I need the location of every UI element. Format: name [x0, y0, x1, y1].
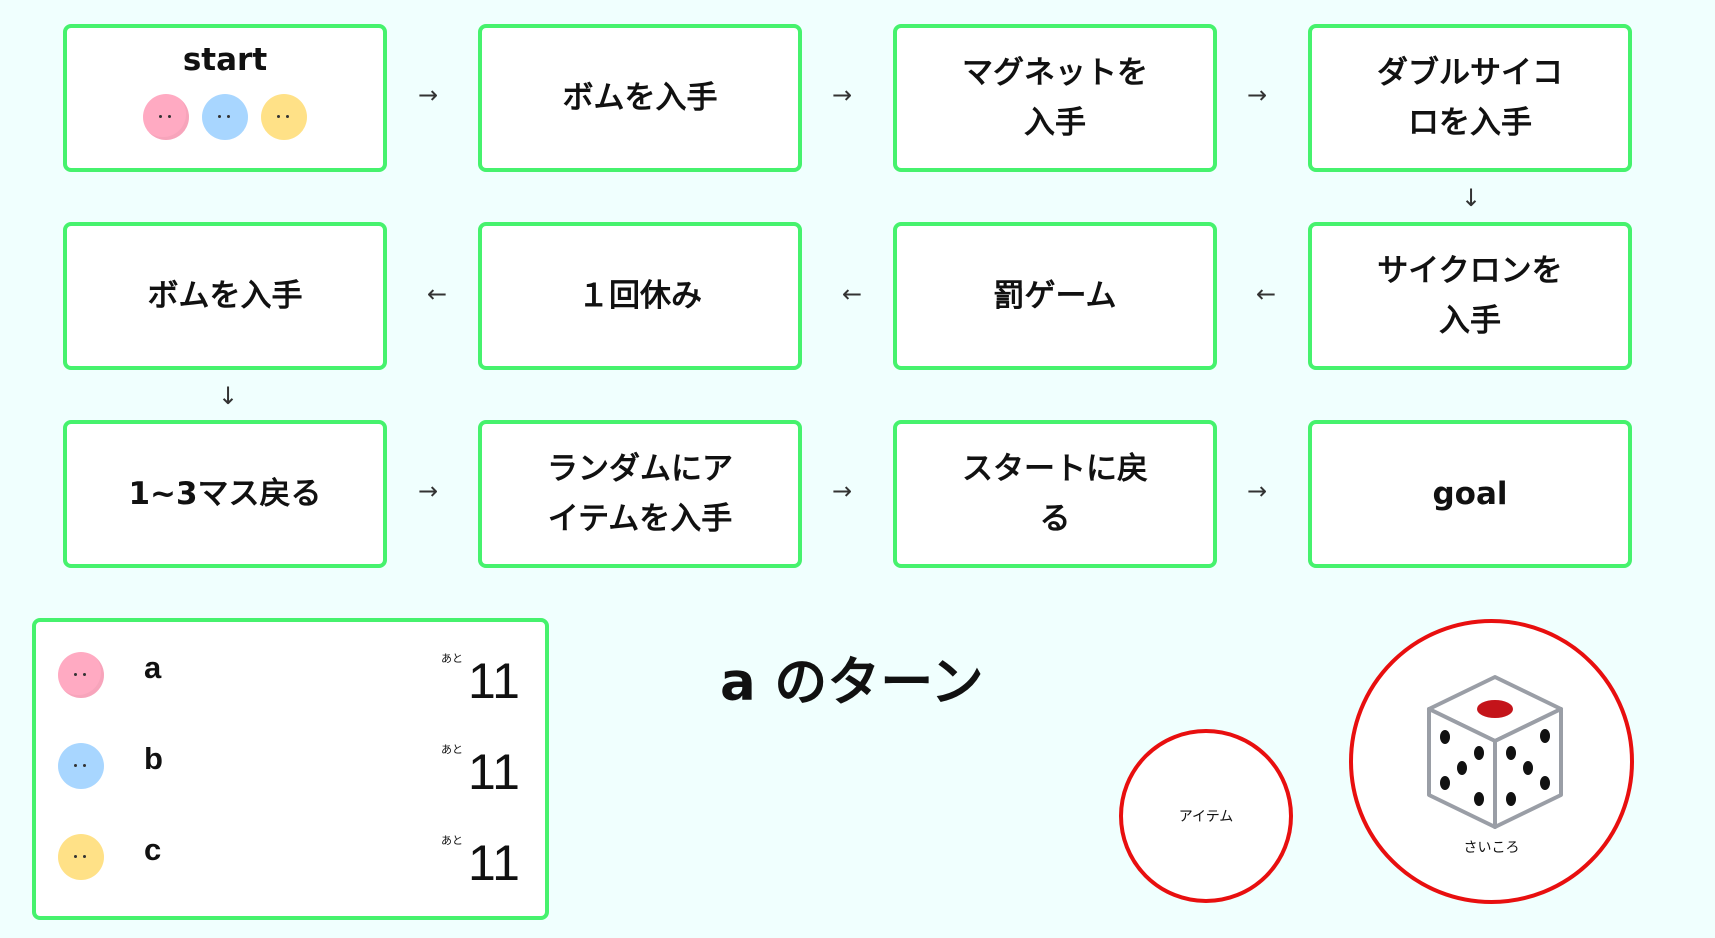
player-row: c あと 11	[36, 804, 545, 896]
board-cell-2: ボムを入手	[478, 24, 802, 172]
arrow-right-icon: →	[832, 81, 853, 109]
arrow-down-icon: ↓	[218, 382, 239, 410]
cell-label: ダブルサイコロを入手	[1377, 55, 1563, 141]
player-name: c	[144, 832, 162, 867]
remaining-count: 11	[468, 653, 520, 709]
remaining-prefix: あと	[441, 743, 463, 756]
player-b-piece-icon	[58, 743, 104, 789]
dice-icon	[1427, 675, 1563, 829]
cell-label: ボムを入手	[562, 80, 718, 116]
remaining-count: 11	[468, 744, 520, 800]
pieces-on-start	[143, 94, 307, 140]
arrow-right-icon: →	[418, 477, 439, 505]
cell-label: start	[182, 42, 268, 78]
turn-indicator: a のターン	[720, 652, 984, 713]
cell-label: 1~3マス戻る	[128, 476, 322, 512]
board-cell-7: 罰ゲーム	[893, 222, 1217, 370]
cell-label: マグネットを入手	[962, 55, 1148, 141]
board-cell-4: ダブルサイコロを入手	[1308, 24, 1632, 172]
dice-button-label: さいころ	[1463, 840, 1520, 856]
player-name: b	[144, 741, 163, 776]
cell-label: 罰ゲーム	[993, 278, 1117, 314]
cell-label: １回休み	[578, 278, 702, 314]
game-board-page: start → ボムを入手 → マグネットを入手 → ダブルサイコロを入手 ↓ …	[0, 0, 1715, 938]
player-name: a	[144, 650, 162, 685]
board-cell-5: ボムを入手	[63, 222, 387, 370]
player-a-piece-icon	[143, 94, 189, 140]
cell-label: ボムを入手	[147, 278, 303, 314]
arrow-right-icon: →	[1247, 81, 1268, 109]
item-button[interactable]: アイテム	[1119, 729, 1293, 903]
cell-label: サイクロンを入手	[1377, 253, 1563, 339]
cell-label: ランダムにアイテムを入手	[547, 451, 733, 537]
player-row: b あと 11	[36, 713, 545, 805]
board-cell-9: 1~3マス戻る	[63, 420, 387, 568]
player-c-piece-icon	[261, 94, 307, 140]
arrow-left-icon: ←	[842, 280, 863, 308]
arrow-right-icon: →	[1247, 477, 1268, 505]
cell-label: スタートに戻る	[962, 451, 1148, 537]
arrow-left-icon: ←	[427, 280, 448, 308]
remaining-count: 11	[468, 835, 520, 891]
item-button-label: アイテム	[1178, 809, 1234, 825]
arrow-left-icon: ←	[1256, 280, 1277, 308]
player-status-panel: a あと 11 b あと 11 c あと 11	[32, 618, 549, 920]
arrow-right-icon: →	[832, 477, 853, 505]
board-cell-goal: goal	[1308, 420, 1632, 568]
board-cell-3: マグネットを入手	[893, 24, 1217, 172]
dice-roll-button[interactable]: さいころ	[1349, 619, 1634, 904]
player-row: a あと 11	[36, 622, 545, 714]
board-cell-6: １回休み	[478, 222, 802, 370]
player-c-piece-icon	[58, 834, 104, 880]
remaining-prefix: あと	[441, 834, 463, 847]
player-b-piece-icon	[202, 94, 248, 140]
board-cell-8: サイクロンを入手	[1308, 222, 1632, 370]
board-cell-10: ランダムにアイテムを入手	[478, 420, 802, 568]
arrow-down-icon: ↓	[1461, 184, 1482, 212]
arrow-right-icon: →	[418, 81, 439, 109]
board-cell-start: start	[63, 24, 387, 172]
board-cell-11: スタートに戻る	[893, 420, 1217, 568]
remaining-prefix: あと	[441, 652, 463, 665]
cell-label: goal	[1432, 476, 1508, 512]
player-a-piece-icon	[58, 652, 104, 698]
